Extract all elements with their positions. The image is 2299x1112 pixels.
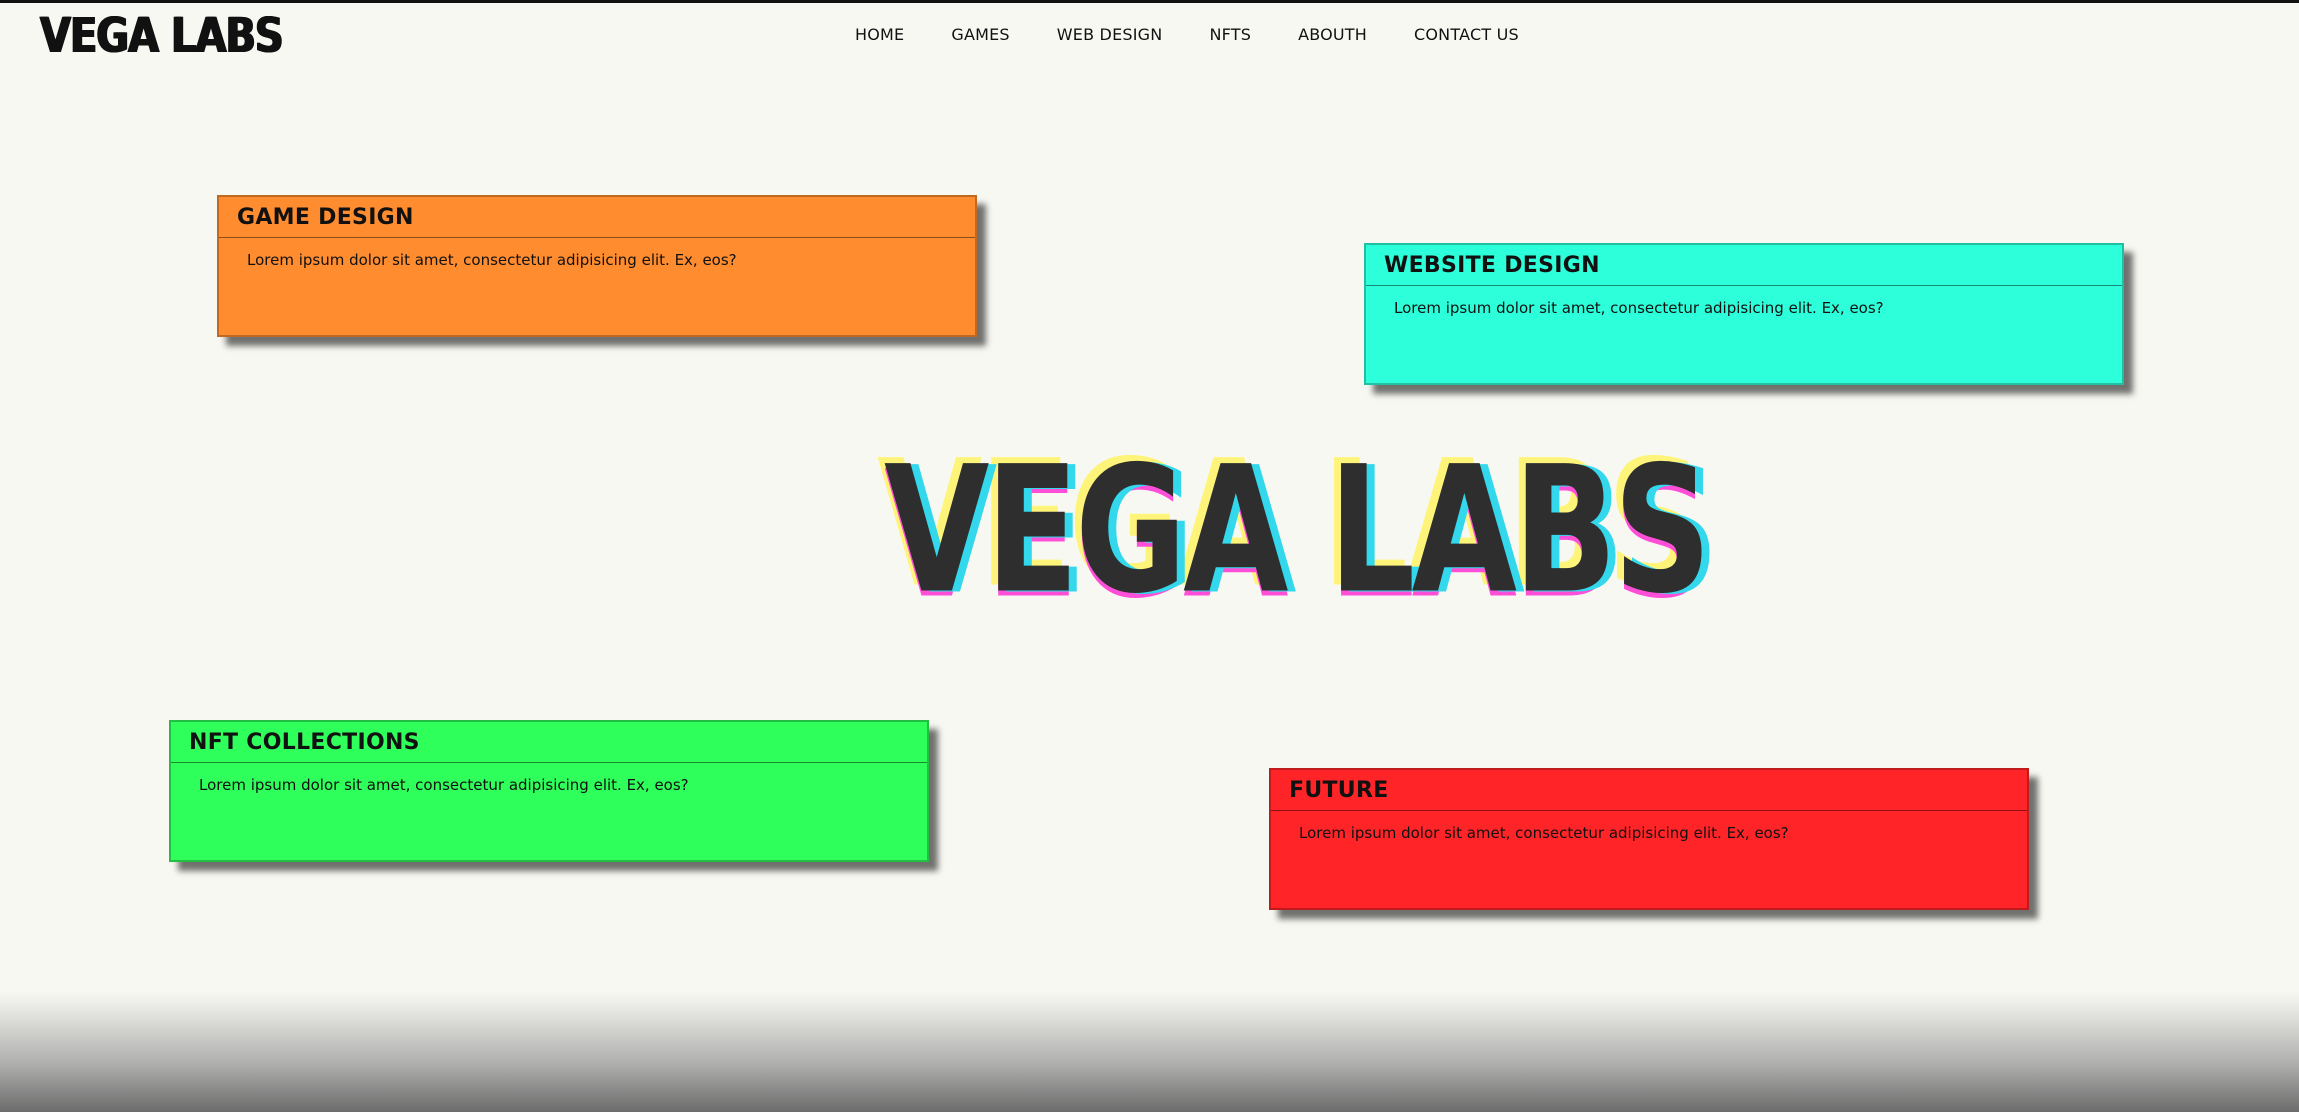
card-game-design[interactable]: GAME DESIGN Lorem ipsum dolor sit amet, … <box>217 195 977 337</box>
main-nav: HOME GAMES WEB DESIGN NFTS ABOUTH CONTAC… <box>855 25 1566 44</box>
card-text: Lorem ipsum dolor sit amet, consectetur … <box>247 251 737 269</box>
bottom-fade-overlay <box>0 992 2299 1112</box>
card-title: NFT COLLECTIONS <box>189 730 420 755</box>
card-text: Lorem ipsum dolor sit amet, consectetur … <box>1394 299 1884 317</box>
hero-text: VEGA LABS <box>884 428 1711 632</box>
nav-about[interactable]: ABOUTH <box>1298 25 1367 44</box>
card-title: WEBSITE DESIGN <box>1384 253 1600 278</box>
card-future[interactable]: FUTURE Lorem ipsum dolor sit amet, conse… <box>1269 768 2029 910</box>
card-text: Lorem ipsum dolor sit amet, consectetur … <box>199 776 689 794</box>
nav-nfts[interactable]: NFTS <box>1209 25 1251 44</box>
card-text: Lorem ipsum dolor sit amet, consectetur … <box>1299 824 1789 842</box>
card-divider <box>171 762 927 763</box>
card-divider <box>1366 285 2122 286</box>
nav-web-design[interactable]: WEB DESIGN <box>1057 25 1163 44</box>
nav-games[interactable]: GAMES <box>951 25 1009 44</box>
page: VEGA LABS HOME GAMES WEB DESIGN NFTS ABO… <box>0 0 2299 1112</box>
nav-contact-us[interactable]: CONTACT US <box>1414 25 1519 44</box>
card-nft-collections[interactable]: NFT COLLECTIONS Lorem ipsum dolor sit am… <box>169 720 929 862</box>
nav-home[interactable]: HOME <box>855 25 904 44</box>
card-divider <box>219 237 975 238</box>
card-title: FUTURE <box>1289 778 1389 803</box>
hero-title: VEGA LABS VEGA LABS VEGA LABS VEGA LABS <box>877 437 1719 643</box>
card-title: GAME DESIGN <box>237 205 414 230</box>
card-divider <box>1271 810 2027 811</box>
site-logo[interactable]: VEGA LABS <box>40 9 284 64</box>
card-website-design[interactable]: WEBSITE DESIGN Lorem ipsum dolor sit ame… <box>1364 243 2124 385</box>
